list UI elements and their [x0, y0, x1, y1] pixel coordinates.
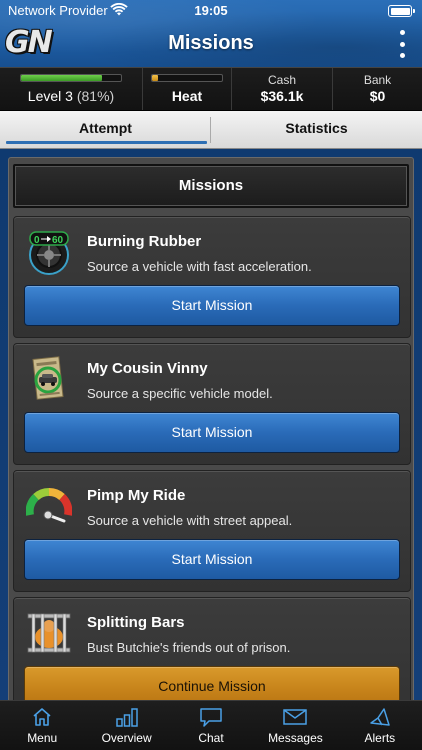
car-document-icon: [32, 356, 64, 400]
tab-statistics-label: Statistics: [285, 120, 348, 136]
bottom-nav: Menu Overview Chat Messages Alerts: [0, 700, 422, 750]
svg-text:0: 0: [34, 235, 40, 246]
prison-bars-icon: [27, 613, 71, 653]
nav-overview[interactable]: Overview: [84, 701, 168, 750]
heat-label: Heat: [171, 88, 203, 104]
missions-panel: Missions 0 60 Burning Rubber Source a ve…: [8, 157, 414, 700]
top-header: Network Provider 19:05 GN Missions: [0, 0, 422, 67]
mission-description: Bust Butchie's friends out of prison.: [87, 640, 291, 655]
nav-chat[interactable]: Chat: [169, 701, 253, 750]
bank-label: Bank: [363, 73, 392, 87]
mission-card-splitting-bars: Splitting Bars Bust Butchie's friends ou…: [13, 597, 411, 700]
megaphone-icon: [370, 708, 390, 726]
level-progress-bar: [20, 74, 122, 82]
gauge-icon: [26, 488, 72, 523]
missions-panel-title: Missions: [13, 164, 409, 208]
mission-title: Pimp My Ride: [87, 487, 186, 504]
start-mission-button[interactable]: Start Mission: [24, 412, 400, 453]
tab-attempt-label: Attempt: [79, 120, 132, 136]
clock: 19:05: [194, 3, 228, 18]
bank-stat[interactable]: Bank $0: [333, 68, 422, 110]
battery-icon: [388, 5, 415, 17]
level-stat[interactable]: Level 3 (81%): [0, 68, 143, 110]
nav-messages[interactable]: Messages: [253, 701, 337, 750]
player-stats-bar: Level 3 (81%) Heat Cash $36.1k Bank $0: [0, 67, 422, 111]
mission-description: Source a vehicle with street appeal.: [87, 513, 293, 528]
envelope-icon: [283, 709, 308, 725]
mission-title: Burning Rubber: [87, 233, 202, 250]
start-mission-button[interactable]: Start Mission: [24, 285, 400, 326]
svg-text:60: 60: [52, 235, 64, 246]
cash-label: Cash: [267, 73, 296, 87]
level-label: Level 3: [27, 88, 73, 104]
cash-stat[interactable]: Cash $36.1k: [232, 68, 333, 110]
more-options-icon[interactable]: [398, 30, 406, 58]
mission-card-my-cousin-vinny: My Cousin Vinny Source a specific vehicl…: [13, 343, 411, 465]
heat-stat[interactable]: Heat: [143, 68, 232, 110]
bar-chart-icon: [115, 708, 138, 727]
tab-bar: Attempt Statistics: [0, 111, 422, 149]
status-bar: Network Provider 19:05: [0, 0, 422, 22]
level-percent: (81%): [76, 88, 115, 104]
cash-value: $36.1k: [260, 88, 304, 104]
start-mission-button[interactable]: Start Mission: [24, 539, 400, 580]
chat-bubble-icon: [200, 708, 222, 727]
missions-content[interactable]: Missions 0 60 Burning Rubber Source a ve…: [0, 149, 422, 700]
nav-menu-label: Menu: [27, 731, 58, 745]
nav-messages-label: Messages: [268, 731, 323, 745]
nav-alerts-label: Alerts: [364, 731, 396, 745]
speedometer-tire-icon: 0 60: [29, 231, 69, 275]
continue-mission-button[interactable]: Continue Mission: [24, 666, 400, 700]
mission-card-burning-rubber: 0 60 Burning Rubber Source a vehicle wit…: [13, 216, 411, 338]
tab-statistics[interactable]: Statistics: [211, 111, 422, 148]
mission-title: Splitting Bars: [87, 614, 185, 631]
nav-chat-label: Chat: [198, 731, 224, 745]
heat-progress-bar: [151, 74, 223, 82]
mission-description: Source a vehicle with fast acceleration.: [87, 259, 312, 274]
nav-alerts[interactable]: Alerts: [338, 701, 422, 750]
mission-title: My Cousin Vinny: [87, 360, 208, 377]
mission-description: Source a specific vehicle model.: [87, 386, 273, 401]
home-icon: [33, 708, 51, 726]
nav-menu[interactable]: Menu: [0, 701, 84, 750]
nav-overview-label: Overview: [101, 731, 152, 745]
mission-card-pimp-my-ride: Pimp My Ride Source a vehicle with stree…: [13, 470, 411, 592]
tab-attempt[interactable]: Attempt: [0, 111, 211, 148]
active-tab-indicator: [6, 141, 207, 144]
bank-value: $0: [369, 88, 386, 104]
page-title: Missions: [168, 32, 254, 54]
